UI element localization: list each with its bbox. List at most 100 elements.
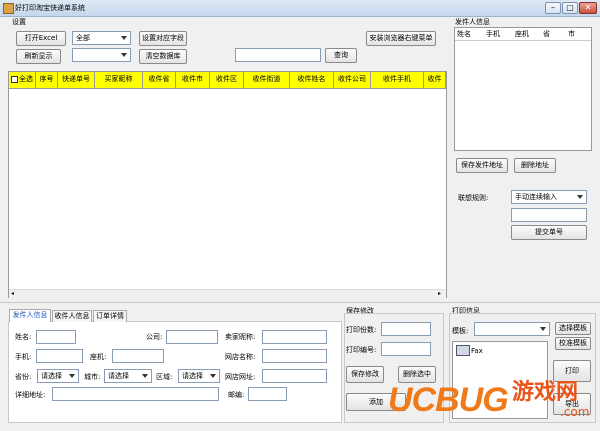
sender-col-city[interactable]: 市 (568, 28, 588, 40)
select-template-button[interactable]: 选择模板 (555, 322, 591, 335)
name-field[interactable] (36, 330, 76, 344)
tab-sender-info[interactable]: 发件人信息 (9, 309, 51, 322)
copies-label: 打印份数: (346, 326, 377, 334)
website-label: 网店网址: (225, 373, 256, 381)
city-label: 城市: (84, 373, 101, 381)
delete-address-button[interactable]: 删除地址 (514, 158, 556, 173)
install-browser-menu-button[interactable]: 安装浏览器右键菜单 (366, 31, 436, 46)
col-street[interactable]: 收件街道 (244, 72, 290, 88)
col-index[interactable]: 序号 (36, 72, 58, 88)
refresh-button[interactable]: 刷新显示 (16, 49, 61, 64)
chevron-down-icon (540, 327, 546, 331)
col-city[interactable]: 收件市 (176, 72, 210, 88)
col-receiver-company[interactable]: 收件公司 (334, 72, 371, 88)
open-excel-button[interactable]: 打开Excel (16, 31, 66, 46)
filter-select-value: 全部 (76, 34, 90, 42)
template-label: 模板: (452, 327, 469, 335)
close-button[interactable]: ✕ (579, 2, 597, 14)
district-select[interactable]: 请选择 (178, 369, 220, 383)
minimize-button[interactable]: – (545, 2, 561, 14)
col-receiver-name[interactable]: 收件姓名 (290, 72, 334, 88)
tab-receiver-info[interactable]: 收件人信息 (52, 310, 92, 322)
association-input[interactable] (511, 208, 587, 222)
company-label: 公司: (146, 333, 163, 341)
save-sender-button[interactable]: 保存发件地址 (456, 158, 508, 173)
sender-list-header: 姓名 手机 座机 省 市 (455, 28, 591, 41)
zip-field[interactable] (248, 387, 287, 401)
sender-col-province[interactable]: 省 (543, 28, 568, 40)
save-changes-button[interactable]: 保存修改 (346, 366, 384, 383)
association-label: 联想规则: (458, 194, 489, 202)
select-all-checkbox[interactable] (11, 75, 18, 83)
shop-name-label: 网店名称: (225, 353, 256, 361)
clear-database-button[interactable]: 清空数据库 (139, 49, 187, 64)
app-icon (3, 3, 14, 14)
sender-col-mobile[interactable]: 手机 (486, 28, 515, 40)
watermark-site: 游戏网 (512, 380, 579, 405)
printer-fax-item[interactable]: Fax (471, 346, 483, 356)
print-code-field[interactable] (381, 342, 431, 356)
website-field[interactable] (262, 369, 327, 383)
phone-label: 座机: (90, 353, 107, 361)
tab-order-details[interactable]: 订单详情 (93, 310, 127, 322)
window-title: 好打印淘宝快递单系统 (15, 4, 85, 12)
name-label: 姓名: (15, 333, 32, 341)
col-select-all[interactable]: 全选 (9, 72, 36, 88)
filter-select[interactable]: 全部 (72, 31, 131, 45)
buyer-nick-field[interactable] (262, 330, 327, 344)
chevron-down-icon (69, 374, 75, 378)
association-select[interactable]: 手动连续输入 (511, 190, 587, 204)
copies-field[interactable] (381, 322, 431, 336)
chevron-down-icon (210, 374, 216, 378)
secondary-select[interactable] (72, 48, 131, 62)
col-buyer-nick[interactable]: 买家昵称 (95, 72, 143, 88)
col-province[interactable]: 收件省 (143, 72, 176, 88)
search-button[interactable]: 查询 (325, 48, 357, 63)
province-label: 省份: (15, 373, 32, 381)
mobile-field[interactable] (36, 349, 83, 363)
grid-header: 全选 序号 快递单号 买家昵称 收件省 收件市 收件区 收件街道 收件姓名 收件… (9, 72, 446, 89)
watermark-ucbug: UCBUG (388, 381, 509, 419)
sender-list[interactable]: 姓名 手机 座机 省 市 (454, 27, 592, 151)
col-tracking-no[interactable]: 快递单号 (58, 72, 95, 88)
divider (0, 302, 600, 303)
zip-label: 邮编: (228, 391, 245, 399)
scroll-right-icon[interactable]: ▸ (438, 291, 441, 297)
col-receiver-more[interactable]: 收件 (424, 72, 446, 88)
buyer-nick-label: 卖家昵称: (225, 333, 256, 341)
scroll-left-icon[interactable]: ◂ (11, 291, 14, 297)
settings-group-label: 设置 (12, 18, 26, 26)
printer-icon (456, 345, 470, 356)
order-grid[interactable] (8, 71, 447, 298)
phone-field[interactable] (112, 349, 164, 363)
city-select[interactable]: 请选择 (104, 369, 152, 383)
address-label: 详细地址: (15, 391, 46, 399)
maximize-button[interactable]: ▢ (562, 2, 578, 14)
shop-name-field[interactable] (262, 349, 327, 363)
address-field[interactable] (52, 387, 219, 401)
submit-tracking-button[interactable]: 提交单号 (511, 225, 587, 240)
title-bar: 好打印淘宝快递单系统 – ▢ ✕ (0, 0, 600, 17)
chevron-down-icon (577, 195, 583, 199)
company-field[interactable] (166, 330, 218, 344)
print-code-label: 打印编号: (346, 346, 377, 354)
sender-col-name[interactable]: 姓名 (455, 28, 486, 40)
set-fields-button[interactable]: 设置对应字段 (139, 31, 187, 46)
chevron-down-icon (121, 53, 127, 57)
grid-scrollbar[interactable]: ◂ ▸ (9, 289, 446, 298)
calibrate-template-button[interactable]: 校准模板 (555, 337, 591, 350)
mobile-label: 手机: (15, 353, 32, 361)
association-select-value: 手动连续输入 (515, 193, 557, 201)
chevron-down-icon (121, 36, 127, 40)
chevron-down-icon (142, 374, 148, 378)
watermark-logo: UCBUG 游戏网 .com (388, 378, 598, 428)
col-receiver-mobile[interactable]: 收件手机 (371, 72, 424, 88)
search-input[interactable] (235, 48, 321, 62)
province-select[interactable]: 请选择 (37, 369, 79, 383)
watermark-domain: .com (560, 405, 590, 419)
col-district[interactable]: 收件区 (210, 72, 244, 88)
district-label: 区域: (156, 373, 173, 381)
sender-panel-title: 发件人信息 (455, 18, 490, 26)
template-select[interactable] (474, 322, 550, 336)
sender-col-phone[interactable]: 座机 (515, 28, 543, 40)
